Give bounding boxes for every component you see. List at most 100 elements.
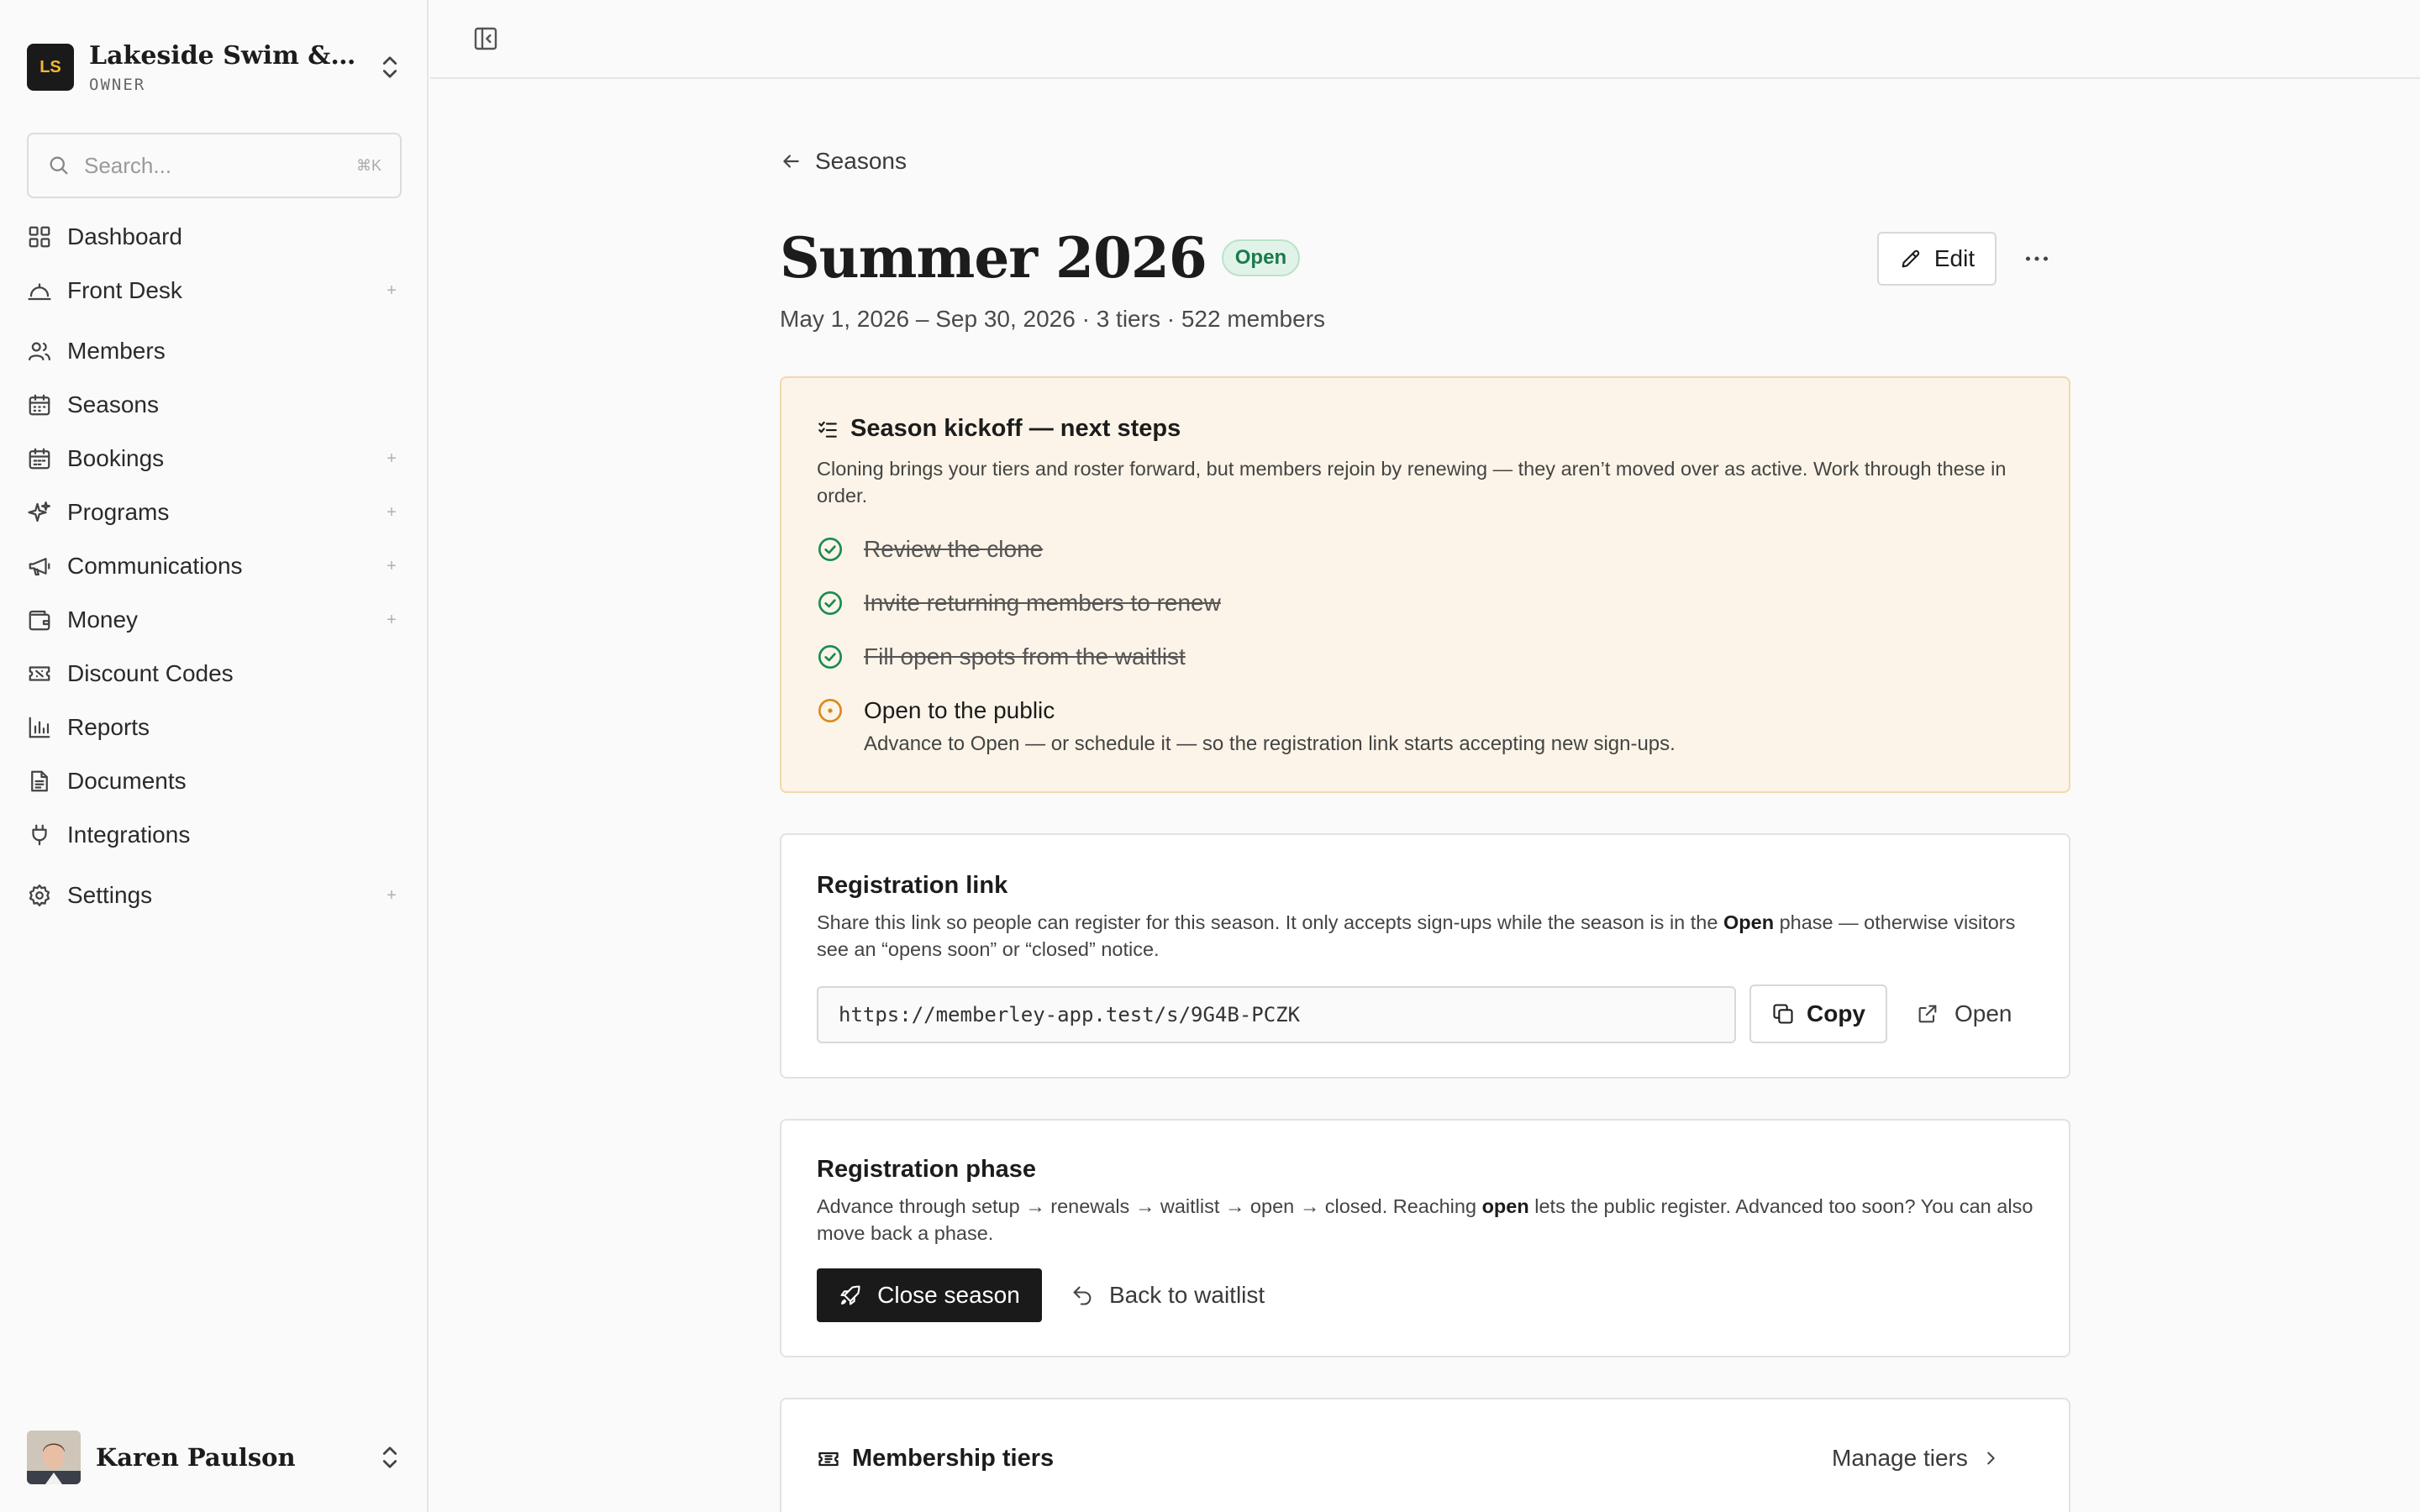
back-to-waitlist-button[interactable]: Back to waitlist bbox=[1071, 1268, 1265, 1322]
sidebar-item-programs[interactable]: Programs + bbox=[27, 489, 402, 536]
sidebar-item-label: Members bbox=[67, 338, 166, 364]
registration-link-card: Registration link Share this link so peo… bbox=[780, 833, 2070, 1079]
calendar-icon bbox=[29, 448, 50, 470]
sidebar-item-seasons[interactable]: Seasons bbox=[27, 381, 402, 428]
expand-icon[interactable]: + bbox=[383, 449, 400, 469]
expand-icon[interactable]: + bbox=[383, 886, 400, 906]
step-item[interactable]: Invite returning members to renew bbox=[817, 590, 1221, 617]
sidebar-item-settings[interactable]: Settings + bbox=[27, 872, 402, 919]
edit-label: Edit bbox=[1933, 245, 1975, 271]
next-steps-card: Season kickoff — next steps Cloning brin… bbox=[780, 376, 2070, 793]
org-name: Lakeside Swim & Tennis Club bbox=[89, 40, 358, 71]
user-name: Karen Paulson bbox=[96, 1443, 296, 1472]
manage-tiers-link[interactable]: Manage tiers bbox=[1832, 1445, 2000, 1472]
bar-chart-icon bbox=[29, 717, 50, 738]
copy-button[interactable]: Copy bbox=[1749, 984, 1887, 1043]
step-item[interactable]: Fill open spots from the waitlist bbox=[817, 643, 1186, 670]
sidebar-item-label: Settings bbox=[67, 882, 153, 908]
copy-icon bbox=[1773, 1004, 1793, 1024]
expand-icon[interactable]: + bbox=[383, 611, 400, 630]
sidebar-item-front-desk[interactable]: Front Desk + bbox=[27, 267, 402, 314]
sidebar-item-label: Money bbox=[67, 606, 139, 633]
bell-desk-icon bbox=[28, 283, 51, 301]
edit-button[interactable]: Edit bbox=[1877, 232, 1996, 286]
sidebar-item-label: Documents bbox=[67, 768, 187, 794]
title-row: Summer 2026 Open bbox=[780, 225, 1301, 291]
sidebar-item-dashboard[interactable]: Dashboard bbox=[27, 213, 402, 260]
next-steps-title: Season kickoff — next steps bbox=[850, 415, 1181, 442]
sidebar: LS Lakeside Swim & Tennis Club OWNER Sea… bbox=[0, 0, 429, 1512]
membership-tiers-title: Membership tiers bbox=[852, 1445, 1055, 1472]
description-text: Share this link so people can register f… bbox=[817, 911, 1723, 933]
grid-icon bbox=[29, 226, 50, 248]
gear-icon bbox=[29, 885, 50, 906]
megaphone-icon bbox=[29, 558, 50, 576]
current-step-description: Advance to Open — or schedule it — so th… bbox=[864, 732, 1676, 755]
sidebar-item-label: Bookings bbox=[67, 445, 165, 471]
description-text: Advance through setup → renewals → waitl… bbox=[817, 1195, 1482, 1217]
undo-icon bbox=[1073, 1286, 1092, 1305]
registration-phase-description: Advance through setup → renewals → waitl… bbox=[817, 1193, 2044, 1247]
expand-icon[interactable]: + bbox=[383, 281, 400, 301]
ticket-icon bbox=[29, 666, 50, 681]
avatar bbox=[27, 1431, 81, 1484]
sidebar-item-label: Seasons bbox=[67, 391, 159, 417]
sidebar-item-money[interactable]: Money + bbox=[27, 596, 402, 643]
close-season-label: Close season bbox=[877, 1282, 1020, 1308]
registration-url-field[interactable]: https://memberley-app.test/s/9G4B-PCZK bbox=[817, 986, 1736, 1043]
back-label: Seasons bbox=[815, 148, 907, 174]
step-label: Invite returning members to renew bbox=[864, 590, 1221, 616]
sidebar-item-integrations[interactable]: Integrations bbox=[27, 811, 402, 858]
chevron-up-down-icon bbox=[382, 1446, 397, 1468]
sidebar-item-documents[interactable]: Documents bbox=[27, 758, 402, 805]
sidebar-item-label: Front Desk bbox=[67, 277, 182, 303]
page-title: Summer 2026 bbox=[780, 225, 1207, 291]
season-summary: May 1, 2026 – Sep 30, 2026 · 3 tiers · 5… bbox=[780, 306, 1326, 332]
more-options-icon[interactable] bbox=[2022, 244, 2052, 274]
search-shortcut: ⌘K bbox=[355, 156, 381, 174]
registration-phase-title: Registration phase bbox=[817, 1156, 1037, 1183]
expand-icon[interactable]: + bbox=[383, 557, 400, 576]
search-input[interactable]: Search... ⌘K bbox=[27, 133, 402, 198]
check-circle-icon bbox=[818, 591, 842, 615]
expand-icon[interactable]: + bbox=[383, 503, 400, 522]
search-placeholder: Search... bbox=[84, 152, 172, 178]
open-link-button[interactable]: Open bbox=[1916, 984, 2012, 1043]
chevron-up-down-icon bbox=[382, 56, 397, 78]
back-to-seasons-link[interactable]: Seasons bbox=[780, 148, 907, 175]
sidebar-item-members[interactable]: Members bbox=[27, 328, 402, 375]
org-switcher[interactable]: LS Lakeside Swim & Tennis Club OWNER bbox=[27, 40, 402, 94]
sidebar-item-bookings[interactable]: Bookings + bbox=[27, 435, 402, 482]
ticket-icon bbox=[818, 1452, 839, 1466]
registration-phase-card: Registration phase Advance through setup… bbox=[780, 1119, 2070, 1357]
step-item-current[interactable]: Open to the public bbox=[817, 697, 1055, 724]
next-steps-description: Cloning brings your tiers and roster for… bbox=[817, 458, 2007, 507]
sidebar-item-discount-codes[interactable]: Discount Codes bbox=[27, 650, 402, 697]
current-step-icon bbox=[818, 699, 842, 722]
calendar-grid-icon bbox=[29, 394, 50, 416]
sidebar-item-label: Communications bbox=[67, 553, 243, 579]
sidebar-item-reports[interactable]: Reports bbox=[27, 704, 402, 751]
close-season-button[interactable]: Close season bbox=[817, 1268, 1042, 1322]
org-role: OWNER bbox=[89, 75, 146, 94]
sidebar-item-label: Reports bbox=[67, 714, 150, 740]
rocket-icon bbox=[840, 1285, 860, 1305]
manage-tiers-label: Manage tiers bbox=[1832, 1445, 1968, 1471]
document-icon bbox=[31, 770, 48, 792]
description-bold: open bbox=[1481, 1195, 1529, 1217]
external-link-icon bbox=[1918, 1005, 1937, 1023]
open-label: Open bbox=[1954, 1000, 2012, 1026]
arrow-left-icon bbox=[783, 155, 799, 168]
step-label: Open to the public bbox=[864, 697, 1055, 723]
plug-icon bbox=[32, 824, 47, 846]
sidebar-toggle-icon[interactable] bbox=[472, 25, 499, 52]
top-bar bbox=[430, 0, 2420, 79]
chevron-right-icon bbox=[1987, 1452, 1995, 1465]
wallet-icon bbox=[29, 610, 50, 631]
org-logo: LS bbox=[27, 44, 74, 91]
step-item[interactable]: Review the clone bbox=[817, 536, 1043, 563]
sidebar-item-label: Dashboard bbox=[67, 223, 182, 249]
check-circle-icon bbox=[818, 645, 842, 669]
user-menu[interactable]: Karen Paulson bbox=[27, 1430, 402, 1485]
sidebar-item-communications[interactable]: Communications + bbox=[27, 543, 402, 590]
